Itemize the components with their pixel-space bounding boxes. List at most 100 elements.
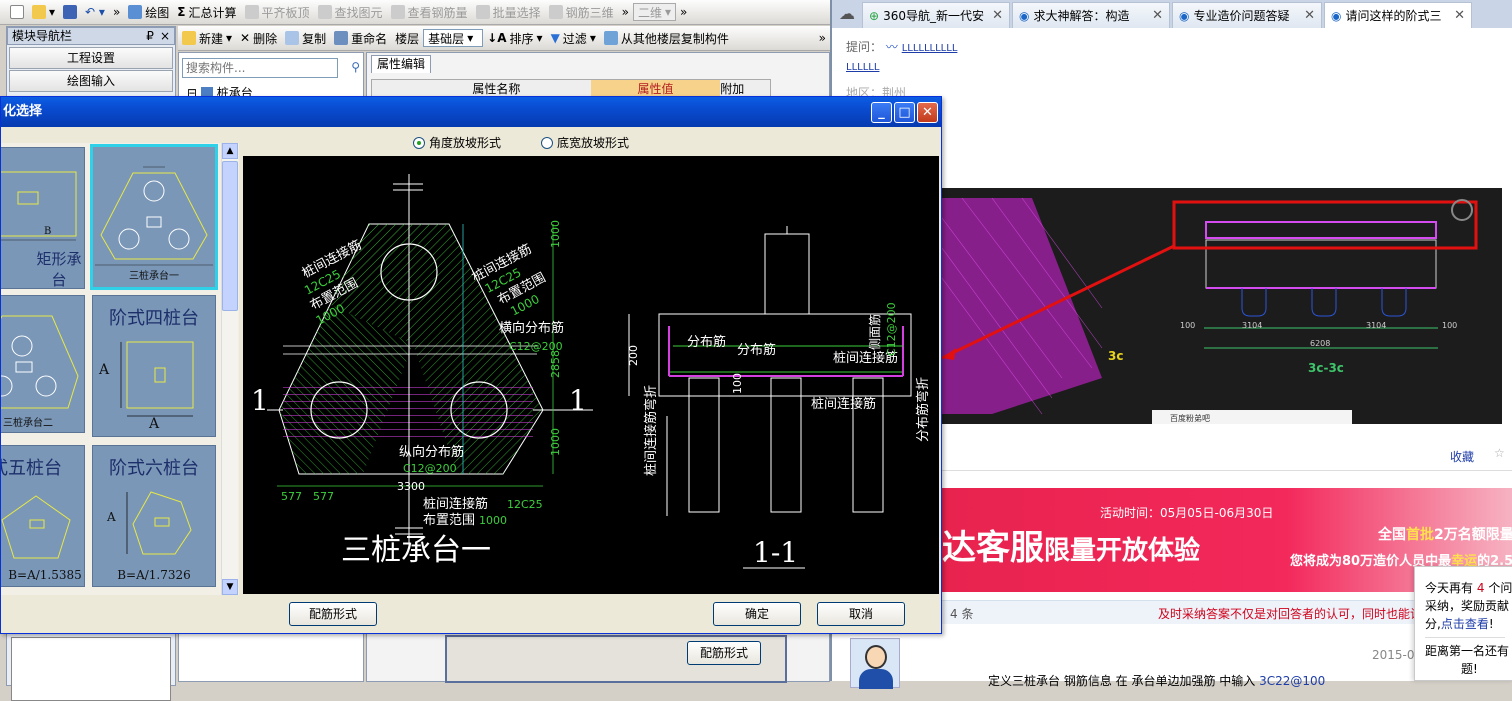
radio-angle-slope[interactable]: 角度放坡形式 [413, 134, 501, 151]
copy-from-floor-button[interactable]: 从其他楼层复制构件 [600, 27, 733, 49]
star-icon[interactable]: ☆ [1494, 446, 1505, 460]
popup-line-2: 采纳，奖励贡献 [1425, 599, 1510, 613]
filter-button[interactable]: ▼ 过滤 ▾ [547, 27, 600, 49]
radio-angle-dot [413, 136, 425, 149]
side-rebar-text: 侧面筋 [867, 314, 882, 350]
new-component-button[interactable]: 新建 ▾ [178, 27, 236, 49]
shape-card-three-pile-1[interactable]: 三桩承台一 [90, 144, 218, 290]
rebar-form-button[interactable]: 配筋形式 [289, 602, 377, 626]
new-file-icon[interactable] [6, 1, 28, 23]
dialog-titlebar[interactable]: 化选择 _ □ ✕ [1, 97, 941, 127]
shape-card-three-pile-2[interactable]: 三桩承台二 [1, 295, 85, 433]
scroll-thumb[interactable] [222, 161, 238, 311]
browser-tab-3[interactable]: ◉ 专业造价问题答疑 ✕ [1172, 2, 1322, 28]
maximize-icon[interactable]: □ [894, 102, 915, 123]
open-folder-icon[interactable]: ▾ [28, 1, 59, 23]
new-icon [182, 31, 196, 45]
toolbar-overflow-icon[interactable]: » [815, 27, 830, 49]
batch-select-button[interactable]: 批量选择 [472, 1, 545, 23]
shot-dim-2: 3104 [1366, 321, 1386, 330]
section-caption: 1-1 [753, 536, 798, 569]
view-rebar-label: 查看钢筋量 [407, 5, 468, 20]
asker-link-2[interactable]: LLLLLL [846, 62, 879, 73]
close-icon[interactable]: × [160, 28, 170, 44]
toolbar-overflow-icon[interactable]: » [109, 1, 124, 23]
find-element-button[interactable]: 查找图元 [314, 1, 387, 23]
nav-panel-header: 模块导航栏 ₽ × [7, 27, 175, 45]
sort-button[interactable]: ↓A 排序 ▾ [483, 27, 546, 49]
nav-bottom-box [11, 637, 171, 701]
ok-button[interactable]: 确定 [713, 602, 801, 626]
rebar-3d-button[interactable]: 钢筋三维 [545, 1, 618, 23]
shape-card-step-four-pile-label: 阶式四桩台 [109, 308, 199, 329]
browser-tab-4[interactable]: ◉ 请问这样的阶式三 ✕ [1324, 2, 1472, 28]
shape-card-rect-label: 矩形承台 [36, 250, 82, 289]
banner-r1-c: 2万名额限量 [1434, 527, 1512, 543]
cloud-icon[interactable]: ☁ [834, 4, 860, 28]
copy-icon [285, 31, 300, 45]
toolbar-overflow-icon[interactable]: » [618, 1, 633, 23]
gallery-scrollbar[interactable]: ▲ ▼ [221, 143, 238, 595]
shape-card-step-four-pile[interactable]: 阶式四桩台 A A [92, 295, 216, 437]
sort-label: 排序 [509, 31, 534, 46]
popup-link[interactable]: 点击查看 [1441, 617, 1489, 631]
search-box: ⚲ [182, 58, 362, 80]
drawing-input-button[interactable]: 绘图输入 [9, 70, 173, 92]
radio-width-label: 底宽放坡形式 [557, 136, 630, 150]
ask-line: 提问： 〰 LLLLLLLLLL [846, 38, 957, 55]
question-image-svg: 3c 3c-3c 3104 3104 6208 100 100 百度粉弟吧 [942, 197, 1478, 424]
minimize-icon[interactable]: _ [871, 102, 892, 123]
close-icon[interactable]: ✕ [917, 102, 938, 123]
radio-width-slope[interactable]: 底宽放坡形式 [541, 134, 629, 151]
360-icon: ⊕ [869, 8, 880, 23]
project-settings-button[interactable]: 工程设置 [9, 47, 173, 69]
shape-card-six-pile[interactable]: 阶式六桩台 A B=A/1.7326 [92, 445, 216, 587]
side-popup: 今天再有 4 个问 采纳，奖励贡献 分,点击查看! 距离第一名还有 题! [1414, 566, 1512, 681]
draw-icon [128, 5, 143, 19]
tab-close-icon[interactable]: ✕ [1304, 8, 1315, 23]
pin-icon[interactable]: ₽ [146, 28, 154, 44]
shape-card-rect[interactable]: B 矩形承台 [1, 147, 85, 289]
save-icon[interactable] [59, 1, 81, 23]
radio-angle-label: 角度放坡形式 [429, 136, 502, 150]
floor-select[interactable]: 基础层 ▾ [423, 29, 484, 47]
avatar-body [859, 669, 893, 689]
search-input[interactable] [182, 58, 338, 78]
popup-line-5: 题! [1461, 662, 1478, 676]
dim-1000-bottom: 1000 [549, 428, 562, 456]
shape-card-five-pile[interactable]: 式五桩台 B=A/1.5385 [1, 445, 85, 587]
asker-link[interactable]: LLLLLLLLLL [902, 43, 958, 54]
browser-tab-2-label: 求大神解答：构造 [1033, 9, 1130, 23]
scroll-down-icon[interactable]: ▼ [222, 579, 238, 595]
toolbar-overflow-icon[interactable]: » [676, 1, 691, 23]
cancel-button[interactable]: 取消 [817, 602, 905, 626]
dist-rebar-left: 分布筋 [687, 334, 726, 350]
property-tab[interactable]: 属性编辑 [371, 55, 431, 73]
browser-tab-1-label: 360导航_新一代安 [883, 9, 984, 23]
dim-577-a: 577 [281, 490, 302, 503]
collect-link[interactable]: 收藏 [1450, 448, 1474, 465]
accept-tip: 及时采纳答案不仅是对回答者的认可，同时也能让 [1158, 607, 1418, 621]
browser-tab-1[interactable]: ⊕ 360导航_新一代安 ✕ [862, 2, 1010, 28]
draw-button[interactable]: 绘图 [124, 1, 173, 23]
popup-line3a: 分, [1425, 617, 1441, 631]
copy-button[interactable]: 复制 [281, 27, 330, 49]
tab-close-icon[interactable]: ✕ [1454, 8, 1465, 23]
flat-top-button[interactable]: 平齐板顶 [241, 1, 314, 23]
tab-close-icon[interactable]: ✕ [992, 8, 1003, 23]
delete-button[interactable]: ✕ 删除 [236, 27, 281, 49]
browser-tab-2[interactable]: ◉ 求大神解答：构造 ✕ [1012, 2, 1170, 28]
sum-button[interactable]: Σ 汇总计算 [173, 1, 240, 23]
view-rebar-icon [390, 5, 405, 19]
tab-close-icon[interactable]: ✕ [1152, 8, 1163, 23]
view-mode-select[interactable]: 二维 ▾ [632, 3, 676, 21]
view-rebar-button[interactable]: 查看钢筋量 [387, 1, 472, 23]
rename-label: 重命名 [351, 31, 388, 46]
search-icon[interactable]: ⚲ [351, 60, 360, 74]
rename-icon [334, 31, 349, 45]
answer-rebar: 3C22@100 [1259, 674, 1326, 688]
rename-button[interactable]: 重命名 [330, 27, 391, 49]
bg-rebar-form-button[interactable]: 配筋形式 [687, 641, 761, 665]
scroll-up-icon[interactable]: ▲ [222, 143, 238, 159]
undo-icon[interactable]: ↶ ▾ [81, 1, 109, 23]
